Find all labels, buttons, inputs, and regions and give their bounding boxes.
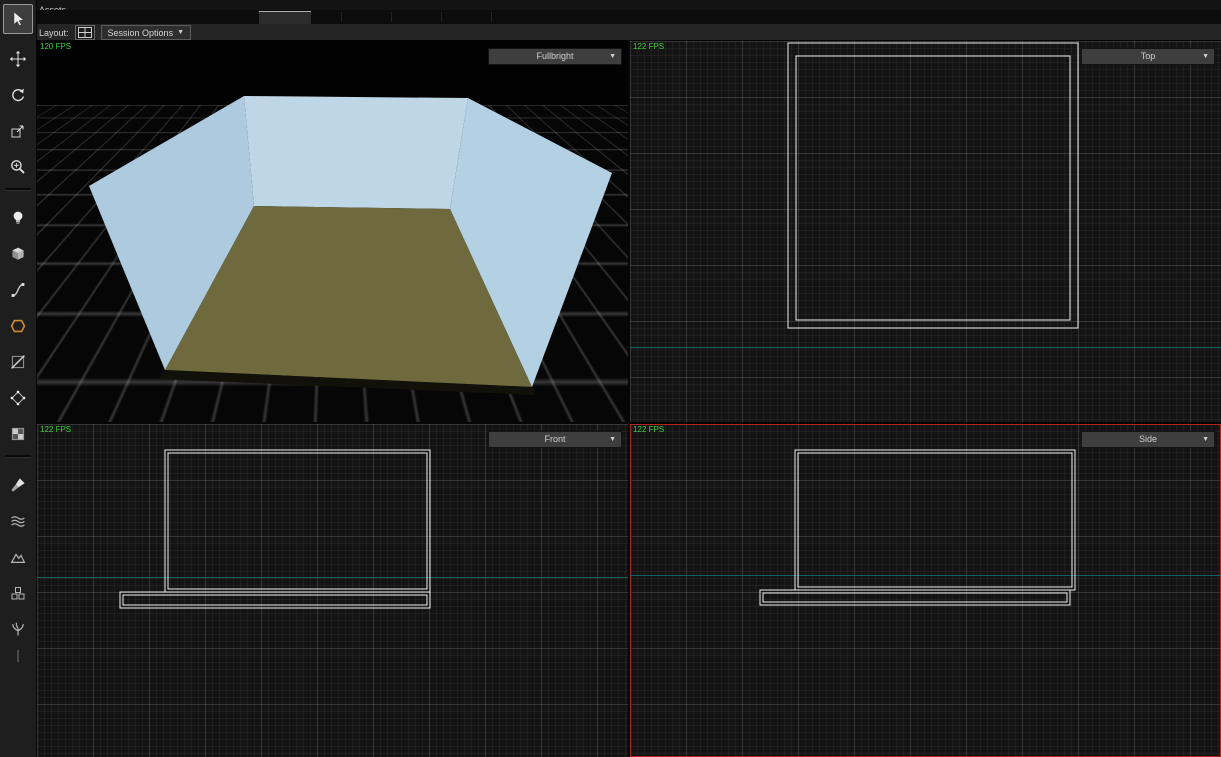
viewport-top[interactable]: 122 FPS Top ▼ [630,41,1221,422]
terrain-icon [9,548,27,566]
rotate-tool-button[interactable] [3,80,33,110]
blocks-stack-icon [9,584,27,602]
brush-inner-outline [796,56,1070,320]
vertex-tool-button[interactable] [3,383,33,413]
room-brush-geometry[interactable] [37,41,628,422]
chevron-down-icon: ▼ [177,29,184,36]
displacement-waves-icon [9,512,27,530]
sculpt-tool-button[interactable] [3,542,33,572]
clip-tool-button[interactable] [3,347,33,377]
tab-separator [441,12,442,22]
rotate-icon [9,86,27,104]
texture-checker-icon [9,425,27,443]
viewport-front[interactable]: 122 FPS Front ▼ [37,424,628,757]
toolbar-separator [5,188,31,191]
toolbar-separator [5,455,31,458]
move-icon [9,50,27,68]
brush-inner-outline [168,453,427,589]
displacement-tool-button[interactable] [3,506,33,536]
vertex-icon [9,389,27,407]
session-options-button[interactable]: Session Options ▼ [101,25,191,40]
brush-outer-outline [788,43,1078,328]
toolbar-end-mark [17,650,19,662]
chevron-down-icon: ▼ [1202,432,1209,447]
front-view-wireframe[interactable] [37,424,628,757]
session-options-label: Session Options [108,28,174,38]
chevron-down-icon: ▼ [609,432,616,447]
floor-slab-inner-outline [123,595,427,605]
view-type-label: Top [1141,51,1156,61]
light-bulb-icon [9,209,27,227]
panel-tab-strip: Assets [37,0,1221,10]
layout-label: Layout: [39,28,69,38]
render-mode-dropdown[interactable]: Fullbright ▼ [488,48,622,65]
layout-grid-button[interactable] [75,25,95,40]
scale-tool-button[interactable] [3,116,33,146]
render-mode-label: Fullbright [536,51,573,61]
fps-counter: 122 FPS [633,42,664,51]
tab-separator [341,12,342,22]
scale-icon [9,122,27,140]
options-bar: Layout: Session Options ▼ [37,24,1221,41]
move-tool-button[interactable] [3,44,33,74]
brush-inner-outline [798,453,1072,587]
viewport-3d[interactable]: 120 FPS Fullbright ▼ [37,41,628,422]
fps-counter: 122 FPS [40,425,71,434]
view-type-label: Side [1139,434,1157,444]
floor-slab-inner-outline [763,593,1067,602]
fps-counter: 120 FPS [40,42,71,51]
chevron-down-icon: ▼ [609,49,616,64]
chevron-down-icon: ▼ [1202,49,1209,64]
top-view-wireframe[interactable] [630,41,1221,422]
zoom-tool-button[interactable] [3,152,33,182]
view-type-dropdown[interactable]: Top ▼ [1081,48,1215,65]
tool-sidebar [0,0,37,757]
floor-slab-outer-outline [760,590,1070,605]
view-type-dropdown[interactable]: Front ▼ [488,431,622,448]
side-view-wireframe[interactable] [630,424,1221,757]
cube-icon [9,245,27,263]
select-cursor-icon [9,10,27,28]
view-type-dropdown[interactable]: Side ▼ [1081,431,1215,448]
tab-separator [391,12,392,22]
curve-tool-button[interactable] [3,275,33,305]
blocks-stack-tool-button[interactable] [3,578,33,608]
paint-tool-button[interactable] [3,470,33,500]
texture-tool-button[interactable] [3,419,33,449]
fps-counter: 122 FPS [633,425,664,434]
brush-outer-outline [795,450,1075,590]
block-tool-button[interactable] [3,239,33,269]
curve-icon [9,281,27,299]
viewport-side[interactable]: 122 FPS Side ▼ [630,424,1221,757]
foliage-tool-button[interactable] [3,614,33,644]
light-tool-button[interactable] [3,203,33,233]
polygon-tool-button[interactable] [3,311,33,341]
active-document-tab[interactable] [259,11,311,24]
floor-slab-outer-outline [120,592,430,608]
select-tool-button[interactable] [3,4,33,34]
foliage-icon [9,620,27,638]
polygon-icon [9,317,27,335]
room-back-wall [244,96,468,209]
quad-layout-icon [78,27,92,38]
paint-brush-icon [9,476,27,494]
brush-outer-outline [165,450,430,592]
zoom-icon [9,158,27,176]
document-tab-bar [37,10,1221,24]
clip-icon [9,353,27,371]
view-type-label: Front [544,434,565,444]
tab-separator [491,12,492,22]
